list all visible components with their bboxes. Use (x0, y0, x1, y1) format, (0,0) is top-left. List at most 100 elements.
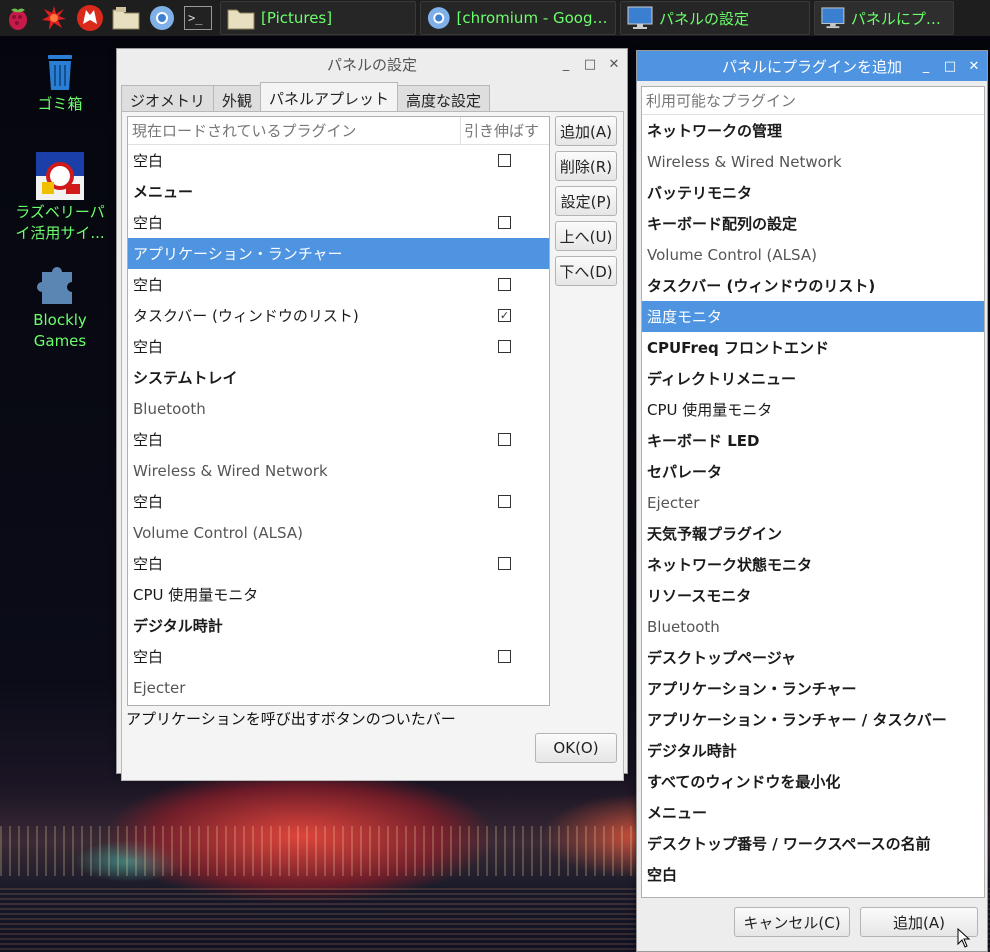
tab-geometry[interactable]: ジオメトリ (121, 85, 215, 114)
available-plugin-row[interactable]: キーボード LED (642, 425, 984, 456)
available-plugin-label: デスクトップ番号 / ワークスペースの名前 (647, 835, 931, 853)
loaded-plugin-row[interactable]: 空白 (128, 548, 549, 579)
available-plugin-row[interactable]: ネットワークの管理 (642, 115, 984, 146)
loaded-plugin-row[interactable]: 空白 (128, 641, 549, 672)
available-plugin-row[interactable]: アプリケーション・ランチャー (642, 673, 984, 704)
loaded-plugin-row[interactable]: 空白 (128, 424, 549, 455)
loaded-plugin-row[interactable]: 空白 (128, 486, 549, 517)
stretch-checkbox[interactable] (498, 650, 511, 663)
panel-settings-titlebar[interactable]: パネルの設定 _ □ ✕ (117, 49, 627, 79)
loaded-plugin-label: 空白 (133, 152, 164, 170)
desktop-icon-label-line2: Games (33, 332, 87, 350)
task-chromium[interactable]: [chromium - Google ... (420, 1, 616, 35)
task-add-plugin[interactable]: パネルにプラグ (814, 1, 954, 35)
loaded-plugin-row[interactable]: CPU 使用量モニタ (128, 579, 549, 610)
loaded-plugin-row[interactable]: メニュー (128, 176, 549, 207)
column-header-stretch[interactable]: 引き伸ばす (461, 120, 539, 141)
loaded-plugin-row[interactable]: Ejecter (128, 672, 549, 703)
desktop-icon-raspi-site[interactable]: ラズベリーパ イ活用サイ... (0, 152, 120, 244)
available-plugin-row[interactable]: Bluetooth (642, 611, 984, 642)
available-plugin-row[interactable]: 温度モニタ (642, 301, 984, 332)
terminal-icon[interactable]: >_ (180, 0, 216, 36)
stretch-checkbox[interactable] (498, 557, 511, 570)
available-plugin-row[interactable]: キーボード配列の設定 (642, 208, 984, 239)
monitor-icon (821, 7, 845, 29)
loaded-plugin-row[interactable]: システムトレイ (128, 362, 549, 393)
file-manager-icon[interactable] (108, 0, 144, 36)
minimize-icon[interactable]: _ (559, 57, 573, 71)
stretch-checkbox[interactable] (498, 216, 511, 229)
stretch-checkbox[interactable] (498, 433, 511, 446)
available-plugin-row[interactable]: すべてのウィンドウを最小化 (642, 766, 984, 797)
tab-advanced[interactable]: 高度な設定 (397, 85, 491, 114)
loaded-plugin-row[interactable]: 空白 (128, 331, 549, 362)
available-plugin-row[interactable]: 天気予報プラグイン (642, 518, 984, 549)
stretch-checkbox[interactable]: ✓ (498, 309, 511, 322)
available-plugin-row[interactable]: Wireless & Wired Network (642, 146, 984, 177)
column-header-plugins[interactable]: 現在ロードされているプラグイン (128, 117, 461, 144)
loaded-plugin-label: 空白 (133, 648, 164, 666)
task-label: [chromium - Google ... (456, 9, 609, 27)
burst-icon[interactable] (36, 0, 72, 36)
raspberry-icon[interactable] (0, 0, 36, 36)
available-plugin-row[interactable]: デスクトップページャ (642, 642, 984, 673)
move-down-button[interactable]: 下へ(D) (555, 256, 617, 286)
stretch-checkbox[interactable] (498, 340, 511, 353)
stretch-checkbox[interactable] (498, 154, 511, 167)
stretch-checkbox[interactable] (498, 278, 511, 291)
task-pictures[interactable]: [Pictures] (220, 1, 416, 35)
available-plugin-row[interactable]: リソースモニタ (642, 580, 984, 611)
available-plugin-row[interactable]: ネットワーク状態モニタ (642, 549, 984, 580)
available-plugin-row[interactable]: メニュー (642, 797, 984, 828)
available-plugin-label: デジタル時計 (647, 742, 737, 760)
cancel-button[interactable]: キャンセル(C) (734, 907, 850, 937)
loaded-plugin-row[interactable]: Wireless & Wired Network (128, 455, 549, 486)
remove-button[interactable]: 削除(R) (555, 151, 617, 181)
loaded-plugin-row[interactable]: Bluetooth (128, 393, 549, 424)
plugin-settings-button[interactable]: 設定(P) (555, 186, 617, 216)
ok-button[interactable]: OK(O) (535, 733, 617, 763)
available-plugin-row[interactable]: 空白 (642, 859, 984, 890)
loaded-plugin-label: メニュー (133, 183, 194, 201)
loaded-plugin-label: タスクバー (ウィンドウのリスト) (133, 307, 359, 325)
tab-appearance[interactable]: 外観 (213, 85, 262, 114)
add-button[interactable]: 追加(A) (555, 116, 617, 146)
close-icon[interactable]: ✕ (607, 57, 621, 71)
column-header-available[interactable]: 利用可能なプラグイン (642, 87, 984, 115)
available-plugin-row[interactable]: CPUFreq フロントエンド (642, 332, 984, 363)
available-plugin-row[interactable]: ディレクトリメニュー (642, 363, 984, 394)
loaded-plugin-row[interactable]: アプリケーション・ランチャー (128, 238, 549, 269)
task-panel-settings[interactable]: パネルの設定 (620, 1, 810, 35)
available-plugin-row[interactable]: アプリケーション・ランチャー / タスクバー (642, 704, 984, 735)
tab-panel-applets[interactable]: パネルアプレット (260, 82, 399, 114)
chromium-icon[interactable] (144, 0, 180, 36)
list-header: 現在ロードされているプラグイン 引き伸ばす (128, 117, 549, 145)
loaded-plugin-row[interactable]: 空白 (128, 269, 549, 300)
loaded-plugins-list[interactable]: 現在ロードされているプラグイン 引き伸ばす 空白 メニュー 空白 アプリケーション・ラ… (127, 116, 550, 706)
add-plugin-titlebar[interactable]: パネルにプラグインを追加 _ □ ✕ (637, 51, 987, 81)
available-plugins-list[interactable]: 利用可能なプラグイン ネットワークの管理 Wireless & Wired Net… (641, 86, 985, 898)
available-plugin-row[interactable]: デスクトップ番号 / ワークスペースの名前 (642, 828, 984, 859)
desktop-icon-trash[interactable]: ゴミ箱 (0, 52, 120, 115)
loaded-plugin-row[interactable]: 空白 (128, 207, 549, 238)
available-plugin-row[interactable]: デジタル時計 (642, 735, 984, 766)
available-plugin-row[interactable]: バッテリモニタ (642, 177, 984, 208)
loaded-plugin-row[interactable]: Volume Control (ALSA) (128, 517, 549, 548)
available-plugin-row[interactable]: セパレータ (642, 456, 984, 487)
available-plugin-row[interactable]: Volume Control (ALSA) (642, 239, 984, 270)
available-plugin-row[interactable]: Ejecter (642, 487, 984, 518)
available-plugin-row[interactable]: タスクバー (ウィンドウのリスト) (642, 270, 984, 301)
desktop-icon-blockly-games[interactable]: Blockly Games (0, 264, 120, 352)
minimize-icon[interactable]: _ (919, 59, 933, 73)
loaded-plugin-row[interactable]: デジタル時計 (128, 610, 549, 641)
close-icon[interactable]: ✕ (967, 59, 981, 73)
wolfram-icon[interactable] (72, 0, 108, 36)
move-up-button[interactable]: 上へ(U) (555, 221, 617, 251)
loaded-plugin-row[interactable]: タスクバー (ウィンドウのリスト) ✓ (128, 300, 549, 331)
stretch-checkbox[interactable] (498, 495, 511, 508)
maximize-icon[interactable]: □ (943, 59, 957, 73)
available-plugin-row[interactable]: CPU 使用量モニタ (642, 394, 984, 425)
available-plugin-label: Ejecter (647, 493, 700, 512)
maximize-icon[interactable]: □ (583, 57, 597, 71)
loaded-plugin-row[interactable]: 空白 (128, 145, 549, 176)
